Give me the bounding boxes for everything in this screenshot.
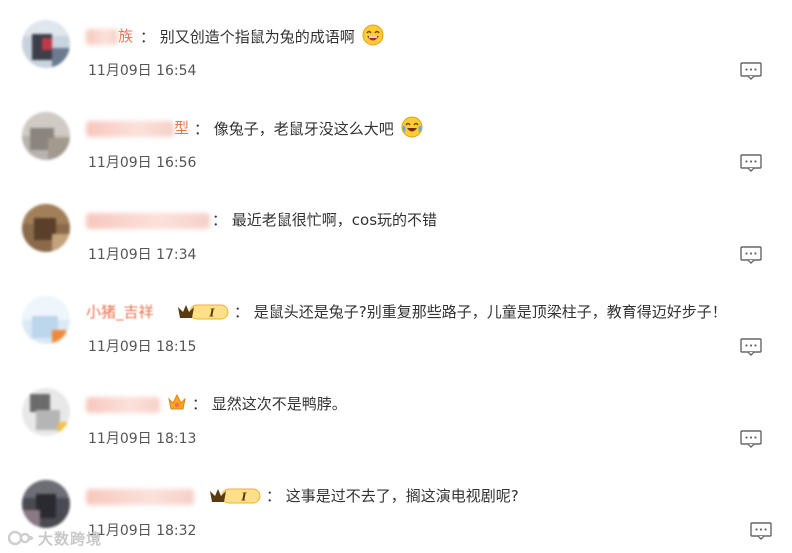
crown-badge-icon: [168, 393, 186, 410]
vip-level-badge-icon: I: [210, 488, 261, 504]
comment-body: 像兔子，老鼠牙没这么大吧: [213, 120, 394, 138]
username[interactable]: 小猪_吉祥: [86, 300, 154, 324]
username-blurred: [86, 120, 174, 137]
svg-text:I: I: [240, 491, 247, 504]
comment-body: 这事是过不去了，搁这演电视剧呢?: [285, 487, 519, 505]
comment-text: ： 别又创造个指鼠为兔的成语啊: [140, 24, 384, 48]
comment-body: 显然这次不是鸭脖。: [211, 395, 347, 413]
timestamp: 11月09日 18:13: [88, 431, 197, 447]
separator: ：: [266, 487, 282, 505]
timestamp: 11月09日 16:56: [88, 155, 197, 171]
comment-text: ： 这事是过不去了，搁这演电视剧呢?: [266, 484, 519, 508]
comment-body: 最近老鼠很忙啊，cos玩的不错: [231, 211, 438, 229]
username[interactable]: 族: [86, 24, 133, 48]
watermark: 大数跨境: [8, 527, 102, 549]
watermark-text: 大数跨境: [38, 529, 103, 548]
username[interactable]: [86, 484, 194, 508]
watermark-logo-icon: [8, 530, 33, 546]
username-blurred: [86, 488, 194, 505]
comment-body: 是鼠头还是兔子?别重复那些路子，儿童是顶梁柱子，教育得迈好步子！: [253, 303, 727, 321]
comment-text: ： 最近老鼠很忙啊，cos玩的不错: [212, 208, 437, 232]
timestamp: 11月09日 18:32: [88, 523, 197, 539]
reply-icon[interactable]: [740, 430, 762, 448]
comment-item: 小猪_吉祥 I ： 是鼠头还是兔子?别重复那些路子，儿童是顶梁柱子，教育得迈好步…: [0, 286, 792, 378]
username-text: 小猪_吉祥: [86, 303, 154, 321]
username-blurred: [86, 28, 118, 45]
separator: ：: [192, 395, 208, 413]
avatar[interactable]: [22, 112, 70, 160]
comment-item: 族 ： 别又创造个指鼠为兔的成语啊 11月09日 16:54: [0, 10, 792, 102]
comment-text: ： 是鼠头还是兔子?别重复那些路子，儿童是顶梁柱子，教育得迈好步子！: [234, 300, 727, 324]
svg-text:I: I: [208, 307, 215, 320]
vip-level-badge-icon: I: [178, 304, 229, 320]
reply-icon[interactable]: [740, 62, 762, 80]
username[interactable]: 型: [86, 116, 189, 140]
reply-icon[interactable]: [750, 522, 772, 540]
comment-body: 别又创造个指鼠为兔的成语啊: [159, 28, 355, 46]
separator: ：: [212, 211, 228, 229]
crying-laughing-emoji-icon: [401, 116, 423, 138]
avatar[interactable]: [22, 480, 70, 528]
reply-icon[interactable]: [740, 338, 762, 356]
username-text: 族: [118, 27, 134, 45]
avatar[interactable]: [22, 296, 70, 344]
timestamp: 11月09日 18:15: [88, 339, 197, 355]
comment-item: ： 最近老鼠很忙啊，cos玩的不错 11月09日 17:34: [0, 194, 792, 286]
avatar[interactable]: [22, 204, 70, 252]
comment-text: ： 显然这次不是鸭脖。: [192, 392, 347, 416]
username-blurred: [86, 396, 160, 413]
separator: ：: [234, 303, 250, 321]
separator: ：: [194, 120, 210, 138]
laughing-emoji-icon: [362, 24, 384, 46]
username-text: 型: [174, 119, 190, 137]
comment-item: I ： 这事是过不去了，搁这演电视剧呢? 11月09日 18:32: [0, 470, 792, 553]
username-blurred: [86, 212, 210, 229]
avatar[interactable]: [22, 20, 70, 68]
reply-icon[interactable]: [740, 246, 762, 264]
comment-item: ： 显然这次不是鸭脖。 11月09日 18:13: [0, 378, 792, 470]
username[interactable]: [86, 392, 160, 416]
comment-text: ： 像兔子，老鼠牙没这么大吧: [194, 116, 423, 140]
username[interactable]: [86, 208, 210, 232]
reply-icon[interactable]: [740, 154, 762, 172]
comment-item: 型 ： 像兔子，老鼠牙没这么大吧 11月09日 16:56: [0, 102, 792, 194]
timestamp: 11月09日 17:34: [88, 247, 197, 263]
separator: ：: [140, 28, 156, 46]
timestamp: 11月09日 16:54: [88, 63, 197, 79]
avatar[interactable]: [22, 388, 70, 436]
